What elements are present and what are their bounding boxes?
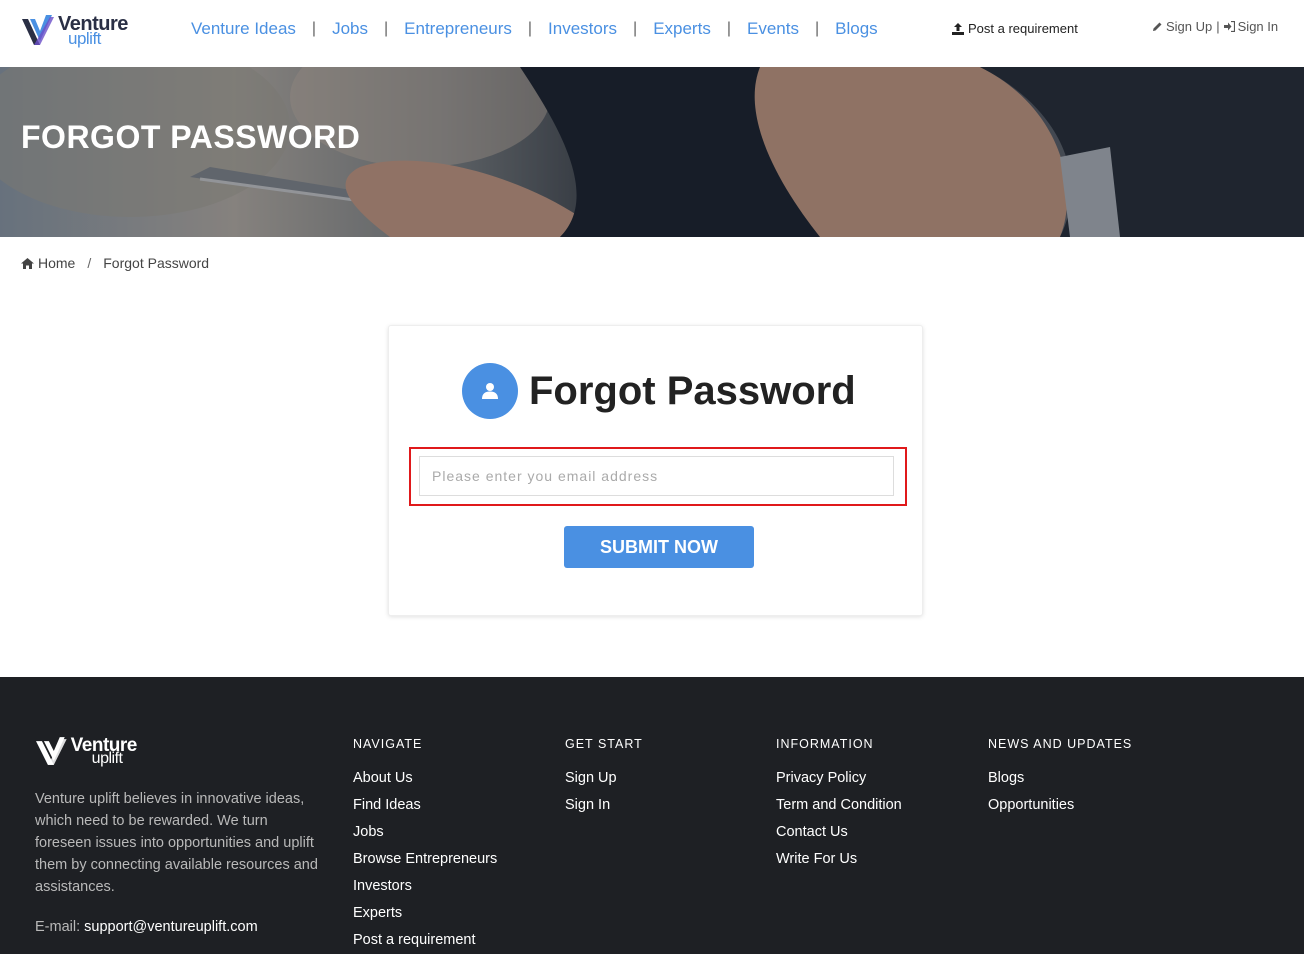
- breadcrumb-current: Forgot Password: [103, 255, 210, 271]
- footer-col-information: INFORMATION Privacy Policy Term and Cond…: [776, 737, 902, 873]
- breadcrumb-separator: /: [87, 255, 92, 271]
- nav-jobs[interactable]: Jobs: [332, 19, 368, 39]
- footer-link-find-ideas[interactable]: Find Ideas: [353, 792, 497, 819]
- page-banner: FORGOT PASSWORD: [0, 67, 1304, 237]
- site-header: Venture uplift Venture Ideas | Jobs | En…: [0, 0, 1304, 67]
- footer-link-about-us[interactable]: About Us: [353, 765, 497, 792]
- footer-about-text: Venture uplift believes in innovative id…: [35, 791, 318, 895]
- footer-col-heading: GET START: [565, 737, 643, 751]
- sign-in-icon: [1223, 21, 1235, 32]
- nav-separator: |: [311, 20, 317, 37]
- sign-up-link[interactable]: Sign Up: [1152, 19, 1212, 34]
- footer-link-sign-in[interactable]: Sign In: [565, 792, 643, 819]
- sign-in-label: Sign In: [1237, 19, 1279, 34]
- card-title: Forgot Password: [529, 368, 856, 413]
- sign-up-label: Sign Up: [1166, 19, 1213, 34]
- footer-email: E-mail: support@ventureuplift.com: [35, 919, 258, 935]
- auth-separator: |: [1216, 19, 1220, 34]
- sign-in-link[interactable]: Sign In: [1223, 19, 1279, 34]
- brand-logo[interactable]: Venture uplift: [20, 13, 130, 48]
- footer-link-experts[interactable]: Experts: [353, 900, 497, 927]
- card-header: Forgot Password: [462, 363, 856, 419]
- logo-v-icon: [22, 15, 54, 45]
- footer-logo[interactable]: Venture uplift: [35, 735, 140, 767]
- footer-link-terms[interactable]: Term and Condition: [776, 792, 902, 819]
- nav-blogs[interactable]: Blogs: [835, 19, 878, 39]
- footer-col-news: NEWS AND UPDATES Blogs Opportunities: [988, 737, 1132, 819]
- footer-email-link[interactable]: support@ventureuplift.com: [84, 919, 258, 935]
- nav-entrepreneurs[interactable]: Entrepreneurs: [404, 19, 512, 39]
- avatar: [462, 363, 518, 419]
- footer-link-blogs[interactable]: Blogs: [988, 765, 1132, 792]
- footer-link-sign-up[interactable]: Sign Up: [565, 765, 643, 792]
- footer-col-heading: NAVIGATE: [353, 737, 423, 751]
- site-footer: Venture uplift Venture uplift believes i…: [0, 677, 1304, 954]
- footer-col-heading: NEWS AND UPDATES: [988, 737, 1133, 751]
- nav-separator: |: [384, 20, 389, 37]
- upload-icon: [952, 22, 964, 35]
- banner-title: FORGOT PASSWORD: [21, 119, 361, 155]
- footer-link-write-for-us[interactable]: Write For Us: [776, 846, 902, 873]
- email-input[interactable]: [419, 456, 894, 496]
- footer-link-opportunities[interactable]: Opportunities: [988, 792, 1132, 819]
- brand-wordmark: Venture uplift: [58, 13, 130, 48]
- main-nav: Venture Ideas | Jobs | Entrepreneurs | I…: [191, 18, 878, 40]
- footer-link-jobs[interactable]: Jobs: [353, 819, 497, 846]
- auth-links: Sign Up | Sign In: [1152, 19, 1278, 34]
- pencil-icon: [1153, 22, 1162, 31]
- breadcrumb: Home / Forgot Password: [21, 255, 209, 271]
- footer-email-label: E-mail:: [35, 919, 81, 935]
- nav-experts[interactable]: Experts: [653, 19, 711, 39]
- nav-events[interactable]: Events: [747, 19, 799, 39]
- footer-col-heading: INFORMATION: [776, 737, 874, 751]
- logo-v-icon: [35, 737, 67, 765]
- breadcrumb-home-label: Home: [38, 255, 76, 271]
- footer-link-investors[interactable]: Investors: [353, 873, 497, 900]
- footer-wordmark: Venture uplift: [71, 735, 140, 767]
- user-icon: [482, 383, 498, 399]
- footer-link-privacy-policy[interactable]: Privacy Policy: [776, 765, 902, 792]
- footer-col-get-start: GET START Sign Up Sign In: [565, 737, 643, 819]
- footer-link-post-requirement[interactable]: Post a requirement: [353, 927, 497, 954]
- post-requirement-link[interactable]: Post a requirement: [952, 21, 1078, 36]
- brand-word-uplift: uplift: [68, 29, 101, 48]
- footer-col-navigate: NAVIGATE About Us Find Ideas Jobs Browse…: [353, 737, 497, 954]
- submit-button[interactable]: SUBMIT NOW: [564, 526, 754, 568]
- home-icon: [21, 257, 34, 269]
- forgot-password-card: Forgot Password SUBMIT NOW: [388, 325, 923, 616]
- nav-separator: |: [527, 20, 533, 37]
- nav-investors[interactable]: Investors: [548, 19, 617, 39]
- footer-word-uplift: uplift: [91, 750, 123, 767]
- footer-link-browse-entrepreneurs[interactable]: Browse Entrepreneurs: [353, 846, 497, 873]
- nav-separator: |: [814, 20, 820, 37]
- breadcrumb-home[interactable]: Home: [21, 255, 75, 271]
- post-requirement-label: Post a requirement: [968, 21, 1078, 36]
- nav-separator: |: [726, 20, 731, 37]
- nav-venture-ideas[interactable]: Venture Ideas: [191, 19, 296, 39]
- footer-link-contact-us[interactable]: Contact Us: [776, 819, 902, 846]
- nav-separator: |: [633, 20, 638, 37]
